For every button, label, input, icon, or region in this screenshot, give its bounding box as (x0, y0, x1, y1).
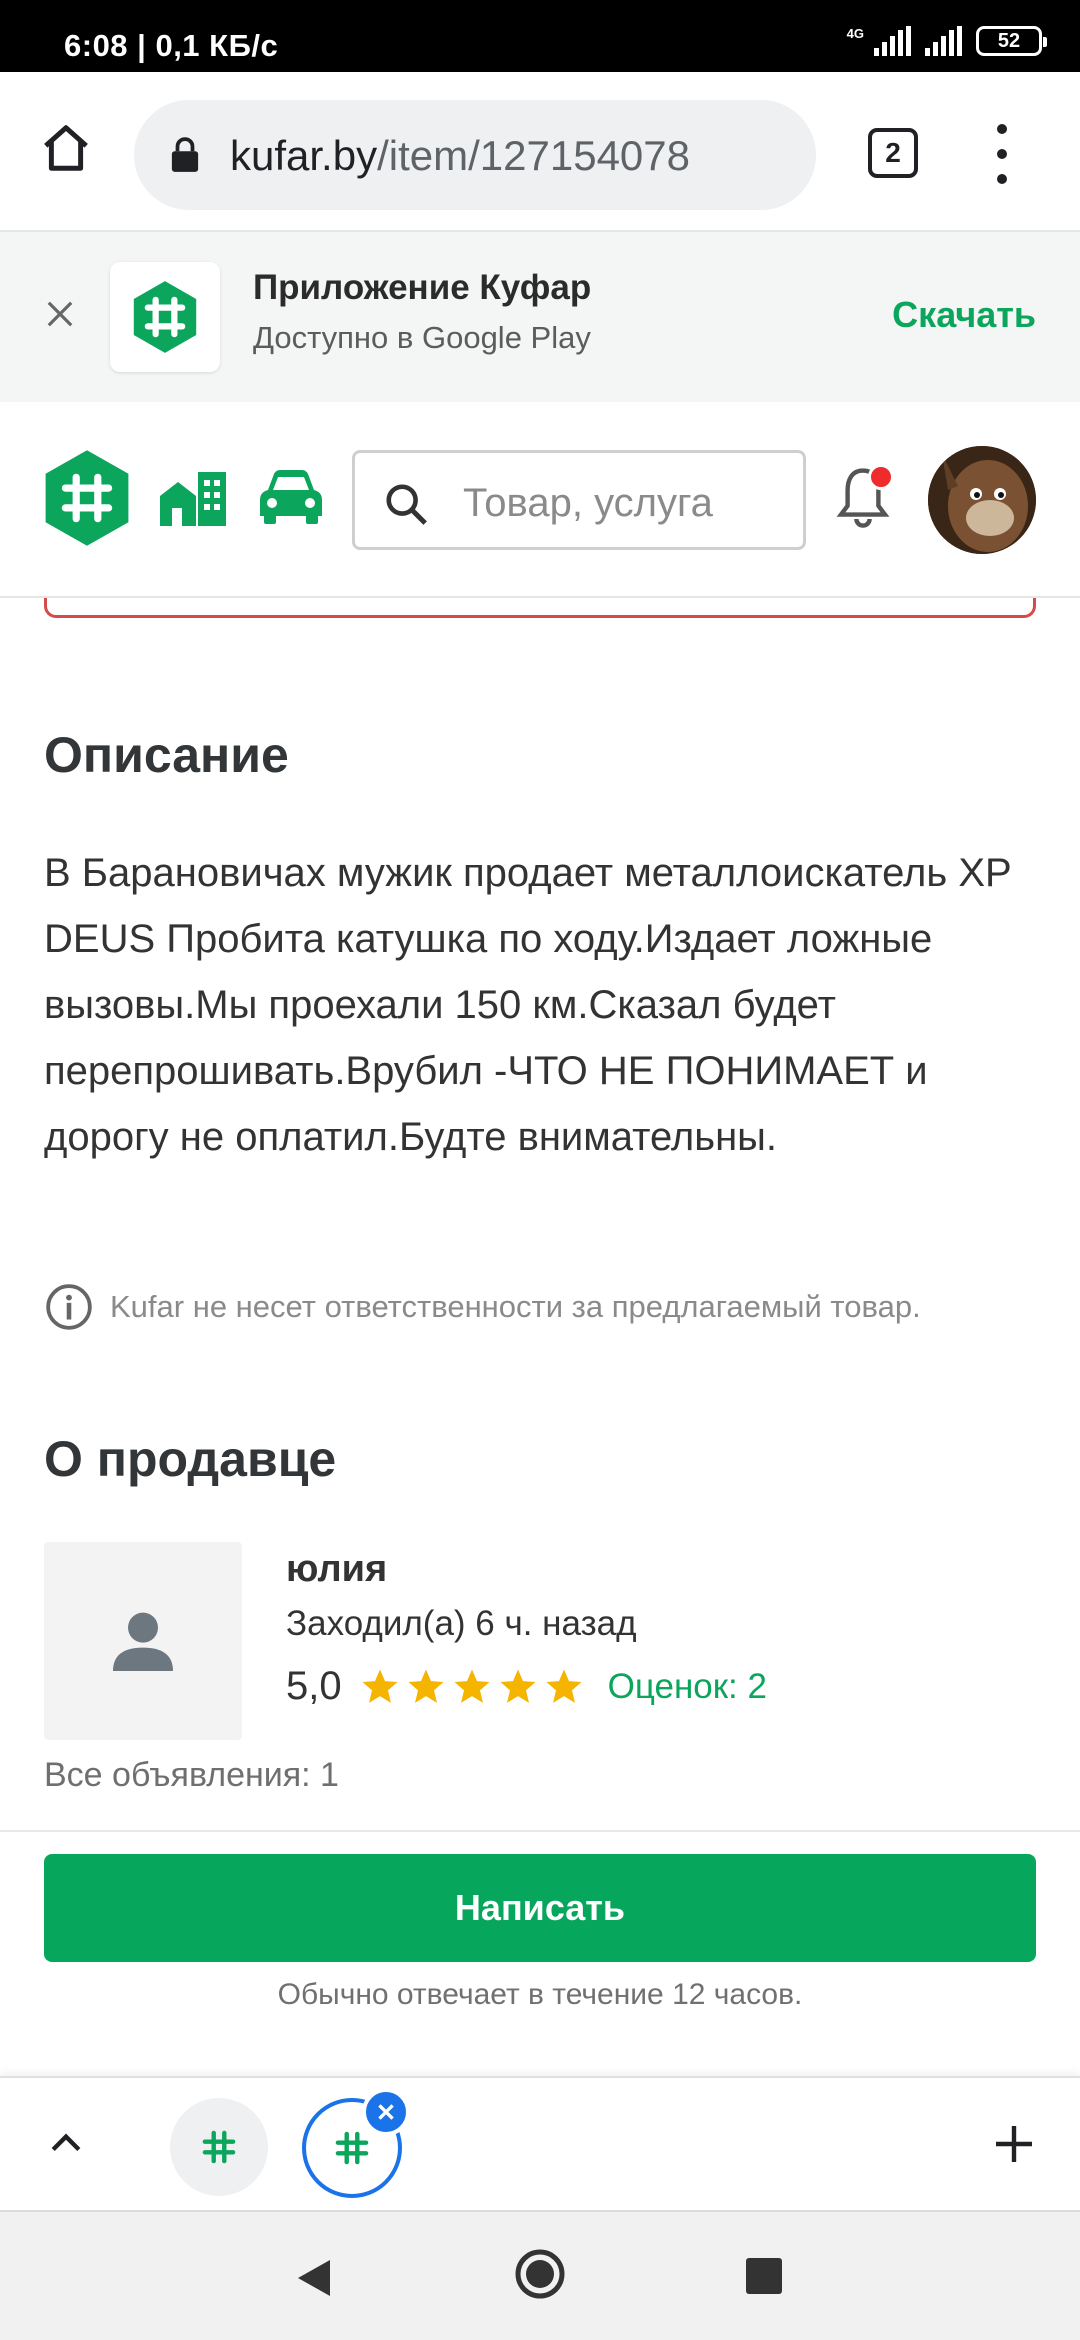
banner-title: Приложение Куфар (253, 268, 592, 307)
rating-stars (360, 1667, 584, 1707)
reviews-link[interactable]: Оценок: 2 (608, 1667, 767, 1707)
site-header: Товар, услуга (0, 402, 1080, 598)
more-menu-icon[interactable] (990, 124, 1014, 184)
reply-time-note: Обычно отвечает в течение 12 часов. (277, 1978, 803, 2011)
star-icon (408, 1669, 444, 1703)
kufar-tab-icon (335, 2131, 369, 2165)
tab-strip (0, 2076, 1080, 2210)
url-text: kufar.by/item/127154078 (230, 132, 691, 179)
star-icon (500, 1669, 536, 1703)
seller-heading: О продавце (44, 1431, 337, 1487)
contact-panel: Написать Обычно отвечает в течение 12 ча… (0, 1830, 1080, 2076)
car-icon[interactable] (258, 468, 324, 526)
disclaimer-text: Kufar не несет ответственности за предла… (110, 1289, 921, 1324)
seller-name[interactable]: юлия (286, 1548, 387, 1591)
banner-subtitle: Доступно в Google Play (253, 320, 591, 355)
recents-icon[interactable] (746, 2258, 782, 2294)
kufar-tab-icon (202, 2130, 236, 2164)
download-link[interactable]: Скачать (892, 294, 1036, 336)
user-avatar[interactable] (928, 446, 1036, 554)
close-tab-icon[interactable] (362, 2088, 410, 2136)
app-logo (110, 262, 220, 372)
all-ads-link[interactable]: Все объявления: 1 (44, 1756, 339, 1795)
home-icon[interactable] (36, 118, 96, 178)
search-icon (386, 484, 427, 525)
home-nav-icon[interactable] (514, 2248, 566, 2300)
browser-toolbar: kufar.by/item/127154078 2 (0, 72, 1080, 230)
disclaimer: Kufar не несет ответственности за предла… (44, 1282, 921, 1332)
battery-icon: 52 (976, 26, 1047, 56)
close-icon[interactable] (44, 298, 76, 330)
seller-rating: 5,0 Оценок: 2 (286, 1664, 767, 1709)
url-bar[interactable]: kufar.by/item/127154078 (134, 100, 816, 210)
chevron-up-icon[interactable] (44, 2122, 88, 2166)
tab-count: 2 (885, 137, 901, 168)
network-type: 4G (846, 26, 864, 41)
lock-icon (171, 137, 199, 172)
star-icon (454, 1669, 490, 1703)
search-placeholder: Товар, услуга (463, 481, 713, 525)
price-card-edge (44, 598, 1036, 618)
tab-switcher-button[interactable]: 2 (868, 128, 918, 178)
status-icons: 4G 52 (846, 26, 1047, 56)
app-install-banner: Приложение Куфар Доступно в Google Play … (0, 230, 1080, 402)
system-nav-bar (0, 2210, 1080, 2340)
description-text: В Барановичах мужик продает металлоискат… (44, 851, 1011, 1159)
back-icon[interactable] (294, 2256, 334, 2300)
realty-icon[interactable] (158, 472, 228, 526)
seller-last-seen: Заходил(а) 6 ч. назад (286, 1604, 637, 1643)
battery-level: 52 (997, 29, 1021, 52)
star-icon (546, 1669, 582, 1703)
search-input[interactable]: Товар, услуга (352, 450, 806, 550)
tab-thumbnail[interactable] (170, 2098, 268, 2196)
signal-icon-2 (925, 26, 962, 56)
person-icon (113, 1612, 173, 1671)
status-time: 6:08 | 0,1 КБ/с (64, 28, 279, 63)
new-tab-icon[interactable] (990, 2120, 1038, 2168)
notification-dot (868, 464, 894, 490)
rating-value: 5,0 (286, 1664, 342, 1708)
description-heading: Описание (44, 727, 289, 783)
seller-avatar[interactable] (44, 1542, 242, 1740)
status-bar: 6:08 | 0,1 КБ/с 4G 52 (0, 0, 1080, 72)
write-message-button[interactable]: Написать (44, 1854, 1036, 1962)
star-icon (362, 1669, 398, 1703)
signal-icon (874, 26, 911, 56)
info-icon (46, 1284, 92, 1330)
kufar-logo-icon[interactable] (42, 448, 132, 548)
